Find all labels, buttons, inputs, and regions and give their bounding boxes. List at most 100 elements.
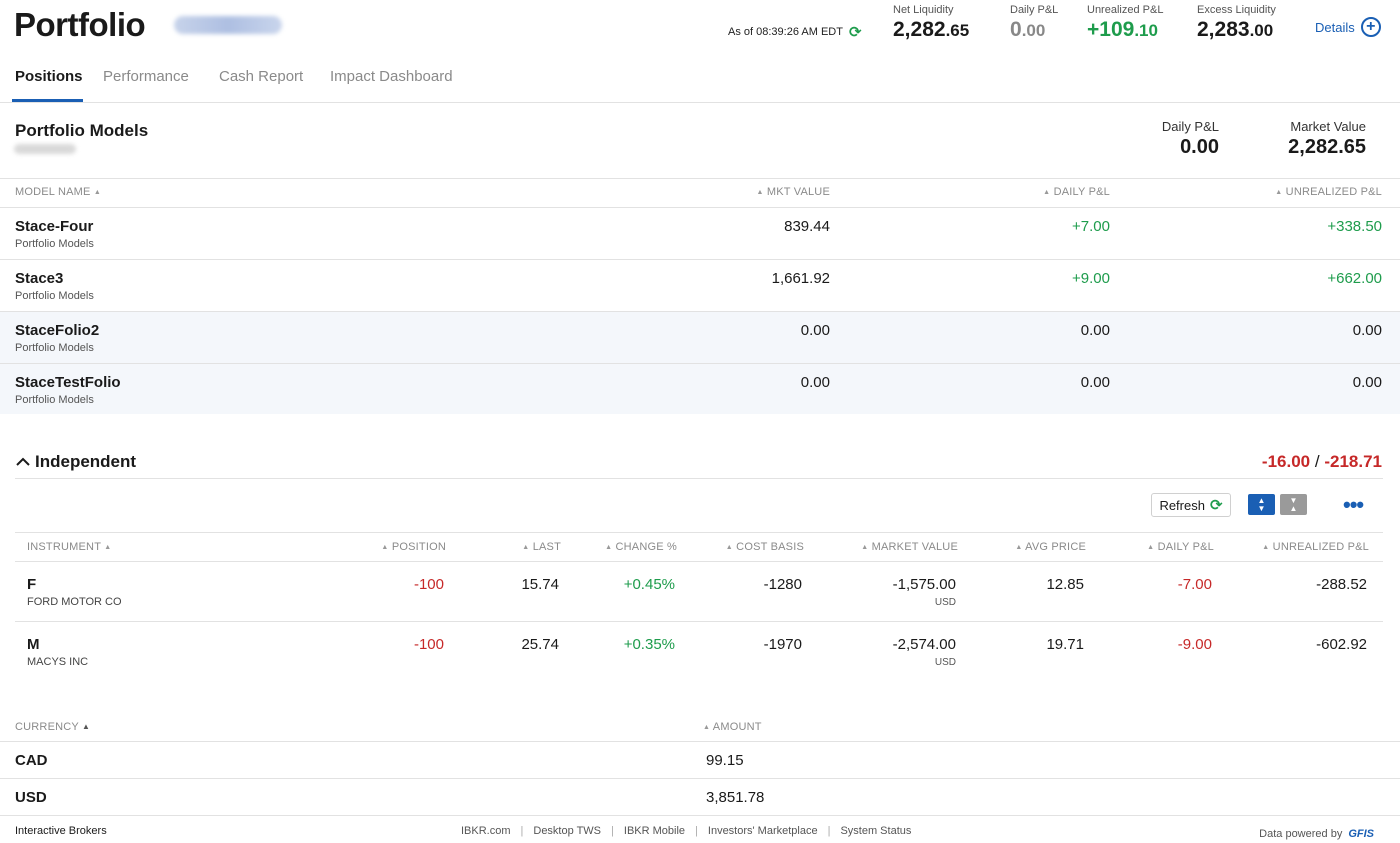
gfis-logo: GFIS — [1348, 828, 1374, 840]
instrument-symbol: M — [27, 636, 40, 653]
sort-ascending-icon: ▲ — [1147, 544, 1155, 551]
instrument-description: MACYS INC — [27, 656, 89, 668]
model-subtitle: Portfolio Models — [15, 238, 94, 250]
sort-ascending-icon: ▲ — [756, 189, 764, 196]
model-daily-pnl: +9.00 — [1072, 270, 1110, 287]
change-percent: +0.35% — [623, 636, 675, 653]
last-price: 25.74 — [521, 636, 559, 653]
col-header-avg-price[interactable]: ▲ AVG PRICE — [1015, 541, 1086, 553]
model-subtitle: Portfolio Models — [15, 342, 94, 354]
tab-positions[interactable]: Positions — [15, 68, 83, 85]
plus-circle-icon: + — [1360, 17, 1381, 37]
independent-totals: -16.00 / -218.71 — [1262, 452, 1382, 472]
metric-label: Excess Liquidity — [1197, 4, 1276, 16]
tab-bar: Positions Performance Cash Report Impact… — [0, 55, 1400, 103]
col-header-label: DAILY P&L — [1157, 541, 1214, 553]
footer-link-desktop-tws[interactable]: Desktop TWS — [533, 825, 601, 837]
col-header-label: MARKET VALUE — [871, 541, 958, 553]
col-header-last[interactable]: ▲ LAST — [522, 541, 561, 553]
col-header-model-name[interactable]: MODEL NAME ▲ — [15, 186, 101, 198]
col-header-cost-basis[interactable]: ▲ COST BASIS — [726, 541, 804, 553]
summary-value: 2,282.65 — [1288, 136, 1366, 158]
footer-links: IBKR.com | Desktop TWS | IBKR Mobile | Inve… — [461, 825, 911, 837]
footer-link-system-status[interactable]: System Status — [840, 825, 911, 837]
independent-title: Independent — [35, 452, 137, 471]
independent-section-toggle[interactable]: Independent — [15, 452, 136, 472]
col-header-label: MODEL NAME — [15, 186, 91, 198]
position-row[interactable]: F FORD MOTOR CO -100 15.74 +0.45% -1280 … — [15, 562, 1383, 622]
model-daily-pnl: 0.00 — [1080, 322, 1110, 339]
model-row[interactable]: Stace-Four Portfolio Models 839.44 +7.00… — [0, 208, 1400, 260]
link-separator: | — [695, 825, 698, 837]
model-mkt-value: 1,661.92 — [771, 270, 830, 287]
model-mkt-value: 0.00 — [800, 322, 830, 339]
model-unrealized-pnl: +662.00 — [1327, 270, 1382, 287]
col-header-label: INSTRUMENT — [27, 541, 101, 553]
col-header-mkt-value[interactable]: ▲ MKT VALUE — [756, 186, 830, 198]
model-row[interactable]: StaceFolio2 Portfolio Models 0.00 0.00 0… — [0, 312, 1400, 364]
market-value: -1,575.00 — [892, 576, 956, 593]
footer-link-investors-marketplace[interactable]: Investors' Marketplace — [708, 825, 818, 837]
metric-excess-liquidity: Excess Liquidity 2,283.00 — [1197, 4, 1276, 42]
model-row[interactable]: StaceTestFolio Portfolio Models 0.00 0.0… — [0, 364, 1400, 414]
metric-net-liquidity: Net Liquidity 2,282.65 — [893, 4, 969, 42]
sort-ascending-icon: ▲ — [605, 544, 613, 551]
footer-link-ibkr[interactable]: IBKR.com — [461, 825, 511, 837]
collapse-icon: ▼ ▲ — [1289, 495, 1298, 513]
sort-ascending-icon: ▲ — [1015, 544, 1023, 551]
refresh-button[interactable]: Refresh ⟳ — [1151, 493, 1231, 517]
powered-by-label: Data powered by — [1259, 828, 1343, 840]
col-header-daily-pnl[interactable]: ▲ DAILY P&L — [1043, 186, 1110, 198]
sort-ascending-icon: ▲ — [381, 544, 389, 551]
expand-all-button[interactable]: ▲ ▼ — [1248, 494, 1275, 515]
col-header-instrument[interactable]: INSTRUMENT ▲ — [27, 541, 111, 553]
details-label: Details — [1315, 19, 1355, 35]
col-header-label: AMOUNT — [712, 721, 762, 733]
col-header-unrealized-pnl[interactable]: ▲ UNREALIZED P&L — [1275, 186, 1382, 198]
metric-label: Net Liquidity — [893, 4, 954, 16]
portfolio-models-daily-pnl: Daily P&L 0.00 — [1162, 119, 1219, 159]
page-footer: Interactive Brokers IBKR.com | Desktop TW… — [0, 816, 1400, 843]
instrument-description: FORD MOTOR CO — [27, 596, 122, 608]
avg-price: 19.71 — [1046, 636, 1084, 653]
col-header-unrealized-pnl[interactable]: ▲ UNREALIZED P&L — [1262, 541, 1369, 553]
tab-impact-dashboard[interactable]: Impact Dashboard — [330, 68, 453, 85]
currency-amount: 3,851.78 — [706, 789, 765, 806]
summary-value: 0.00 — [1180, 136, 1219, 158]
collapse-all-button[interactable]: ▼ ▲ — [1280, 494, 1307, 515]
metric-value-int: 2,283 — [1197, 18, 1250, 41]
market-value-currency: USD — [934, 657, 956, 668]
totals-separator: / — [1314, 452, 1320, 471]
col-header-currency[interactable]: CURRENCY ▲ — [15, 721, 90, 733]
more-icon[interactable]: ••• — [1343, 494, 1364, 516]
col-header-market-value[interactable]: ▲ MARKET VALUE — [861, 541, 958, 553]
details-button[interactable]: Details + — [1315, 17, 1381, 37]
metric-label: Daily P&L — [1010, 4, 1059, 16]
tab-cash-report[interactable]: Cash Report — [219, 68, 303, 85]
col-header-label: LAST — [532, 541, 561, 553]
portfolio-models-title: Portfolio Models — [15, 121, 149, 140]
position-row[interactable]: M MACYS INC -100 25.74 +0.35% -1970 -2,5… — [15, 622, 1383, 682]
model-name: Stace3 — [15, 270, 64, 287]
col-header-daily-pnl[interactable]: ▲ DAILY P&L — [1147, 541, 1214, 553]
model-subtitle: Portfolio Models — [15, 290, 94, 302]
model-subtitle: Portfolio Models — [15, 394, 94, 406]
col-header-change[interactable]: ▲ CHANGE % — [605, 541, 677, 553]
col-header-position[interactable]: ▲ POSITION — [381, 541, 446, 553]
metric-value-int: +109 — [1087, 18, 1135, 41]
col-header-label: CURRENCY — [15, 721, 79, 733]
model-name: Stace-Four — [15, 218, 94, 235]
sort-ascending-icon: ▲ — [104, 544, 112, 551]
model-unrealized-pnl: 0.00 — [1352, 374, 1382, 391]
col-header-amount[interactable]: ▲ AMOUNT — [703, 721, 762, 733]
as-of-text: As of 08:39:26 AM EDT — [728, 26, 843, 38]
tab-performance[interactable]: Performance — [103, 68, 189, 85]
last-price: 15.74 — [521, 576, 559, 593]
footer-link-ibkr-mobile[interactable]: IBKR Mobile — [624, 825, 685, 837]
link-separator: | — [611, 825, 614, 837]
refresh-icon[interactable]: ⟳ — [849, 25, 862, 40]
change-percent: +0.45% — [623, 576, 675, 593]
metric-daily-pnl: Daily P&L 0.00 — [1010, 4, 1058, 42]
model-row[interactable]: Stace3 Portfolio Models 1,661.92 +9.00 +… — [0, 260, 1400, 312]
currency-amount: 99.15 — [706, 752, 744, 769]
